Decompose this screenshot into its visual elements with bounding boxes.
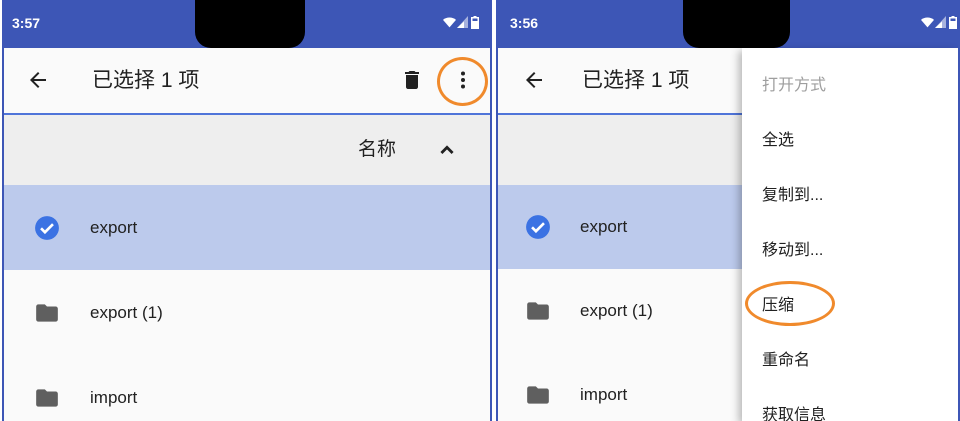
file-name: export bbox=[90, 217, 138, 237]
file-name: export (1) bbox=[580, 301, 653, 320]
folder-icon bbox=[525, 382, 551, 408]
sort-by-name-label[interactable]: 名称 bbox=[358, 137, 396, 163]
screenshot-right: 3:56 已选择 1 项 export export (1) import 打开… bbox=[496, 0, 960, 421]
check-circle-icon[interactable] bbox=[34, 215, 60, 241]
file-row[interactable]: export bbox=[4, 185, 490, 270]
menu-item-copy-to[interactable]: 复制到... bbox=[742, 165, 958, 220]
signal-icon bbox=[457, 16, 468, 28]
chevron-up-icon[interactable] bbox=[435, 138, 459, 162]
status-bar: 3:56 bbox=[498, 0, 958, 48]
file-name: import bbox=[90, 387, 138, 407]
folder-icon bbox=[34, 385, 60, 411]
battery-icon bbox=[471, 16, 479, 29]
menu-item-move-to[interactable]: 移动到... bbox=[742, 220, 958, 275]
file-name: import bbox=[580, 385, 628, 404]
status-time: 3:57 bbox=[12, 15, 41, 31]
selection-toolbar: 已选择 1 项 bbox=[4, 48, 490, 115]
folder-icon bbox=[34, 300, 60, 326]
camera-notch bbox=[683, 0, 790, 48]
file-name: export bbox=[580, 217, 628, 236]
file-list: export export (1) import bbox=[4, 185, 490, 421]
menu-item-open-with: 打开方式 bbox=[762, 76, 827, 94]
signal-icon bbox=[935, 16, 946, 28]
toolbar-title: 已选择 1 项 bbox=[582, 69, 690, 92]
wifi-icon bbox=[443, 16, 456, 28]
menu-item-select-all[interactable]: 全选 bbox=[742, 110, 958, 165]
back-arrow-icon[interactable] bbox=[522, 68, 546, 92]
check-circle-icon[interactable] bbox=[525, 214, 551, 240]
sort-header: 名称 bbox=[4, 115, 490, 185]
file-name: export (1) bbox=[90, 302, 163, 322]
menu-item-rename[interactable]: 重命名 bbox=[742, 330, 958, 385]
back-arrow-icon[interactable] bbox=[26, 68, 50, 92]
status-bar: 3:57 bbox=[4, 0, 490, 48]
camera-notch bbox=[195, 0, 305, 48]
menu-item-properties[interactable]: 获取信息 bbox=[742, 385, 958, 421]
annotation-circle bbox=[437, 57, 488, 106]
file-row[interactable]: export (1) bbox=[4, 270, 490, 355]
file-row[interactable]: import bbox=[4, 355, 490, 421]
battery-icon bbox=[949, 16, 957, 29]
toolbar-title: 已选择 1 项 bbox=[92, 69, 200, 92]
folder-icon bbox=[525, 298, 551, 324]
screenshot-left: 3:57 已选择 1 项 名称 export export (1) import bbox=[2, 0, 492, 421]
wifi-icon bbox=[921, 16, 934, 28]
overflow-menu: 打开方式 全选 复制到... 移动到... 压缩 重命名 获取信息 bbox=[742, 48, 958, 421]
annotation-circle bbox=[745, 281, 835, 326]
delete-icon[interactable] bbox=[400, 68, 424, 92]
status-time: 3:56 bbox=[510, 15, 539, 31]
